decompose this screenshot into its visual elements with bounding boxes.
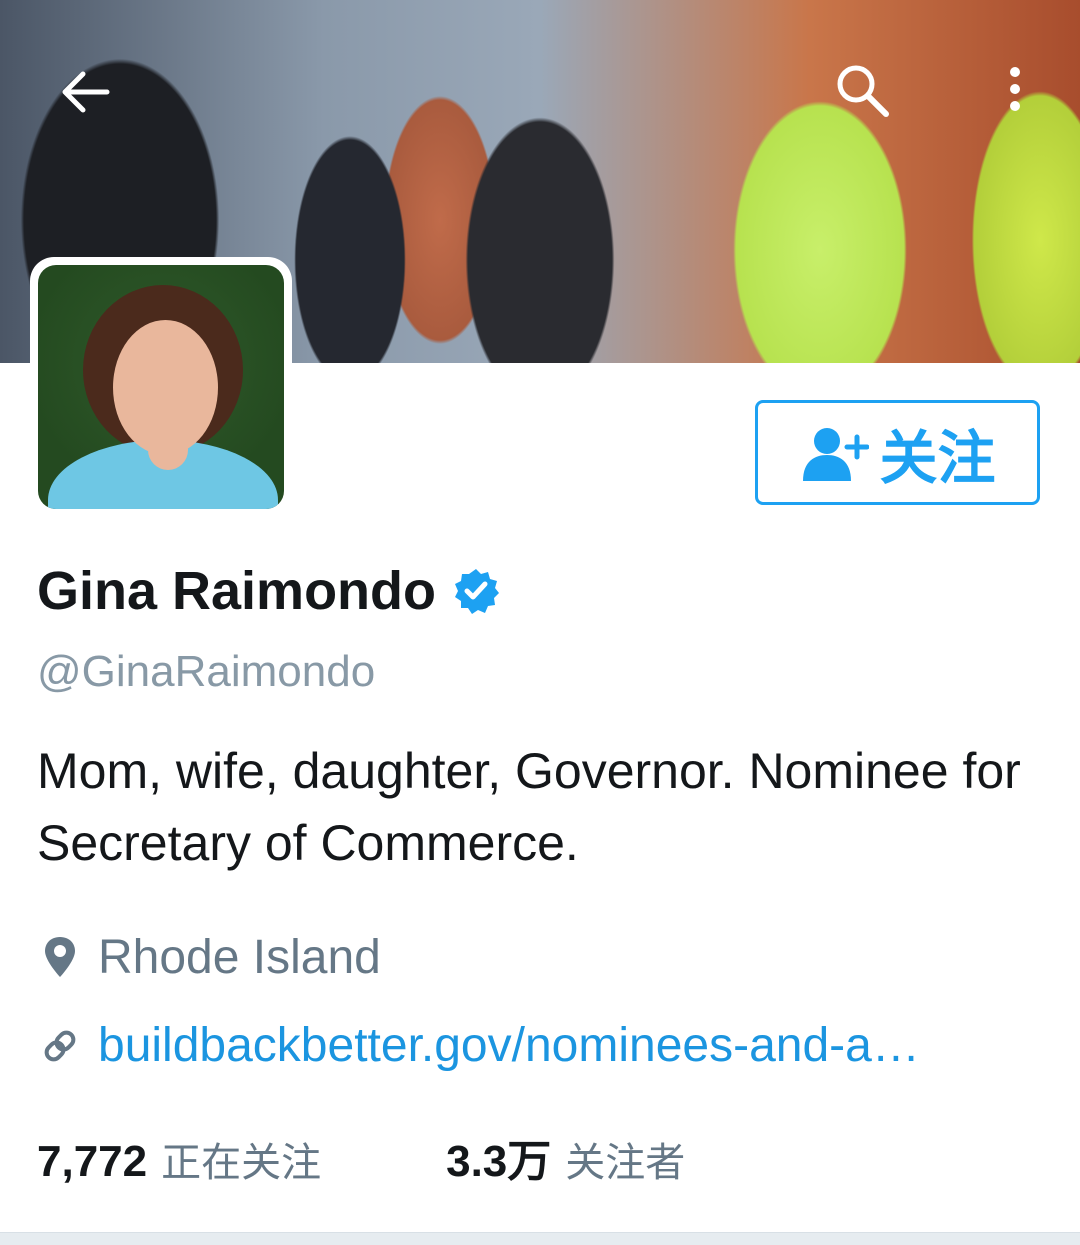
- avatar[interactable]: [38, 265, 284, 509]
- back-arrow-icon[interactable]: [55, 62, 115, 122]
- following-label[interactable]: 正在关注: [161, 1130, 321, 1188]
- follow-button-label: 关注: [879, 423, 996, 492]
- add-person-icon: [803, 427, 870, 481]
- profile-name: Gina Raimondo: [37, 561, 437, 621]
- following-count[interactable]: 7,772: [37, 1137, 147, 1187]
- followers-label[interactable]: 关注者: [565, 1130, 685, 1188]
- avatar-frame: [30, 257, 292, 517]
- profile-stats: 7,772 正在关注 3.3万 关注者: [37, 1125, 685, 1189]
- link-icon: [44, 1030, 76, 1061]
- map-pin-icon: [45, 936, 75, 977]
- website-row[interactable]: buildbackbetter.gov/nominees-and-a…: [40, 1018, 920, 1073]
- section-divider: [0, 1232, 1080, 1245]
- search-icon[interactable]: [832, 60, 892, 120]
- location-text: Rhode Island: [98, 931, 381, 984]
- website-link[interactable]: buildbackbetter.gov/nominees-and-a…: [98, 1018, 920, 1073]
- location-row: Rhode Island: [40, 930, 381, 985]
- name-row: Gina Raimondo: [37, 560, 500, 622]
- follow-button[interactable]: 关注: [755, 400, 1040, 505]
- more-vertical-icon[interactable]: [1000, 62, 1030, 122]
- verified-badge-icon: [455, 569, 500, 614]
- profile-handle: @GinaRaimondo: [37, 647, 376, 696]
- profile-bio: Mom, wife, daughter, Governor. Nominee f…: [37, 743, 1021, 871]
- followers-count[interactable]: 3.3万: [446, 1125, 551, 1189]
